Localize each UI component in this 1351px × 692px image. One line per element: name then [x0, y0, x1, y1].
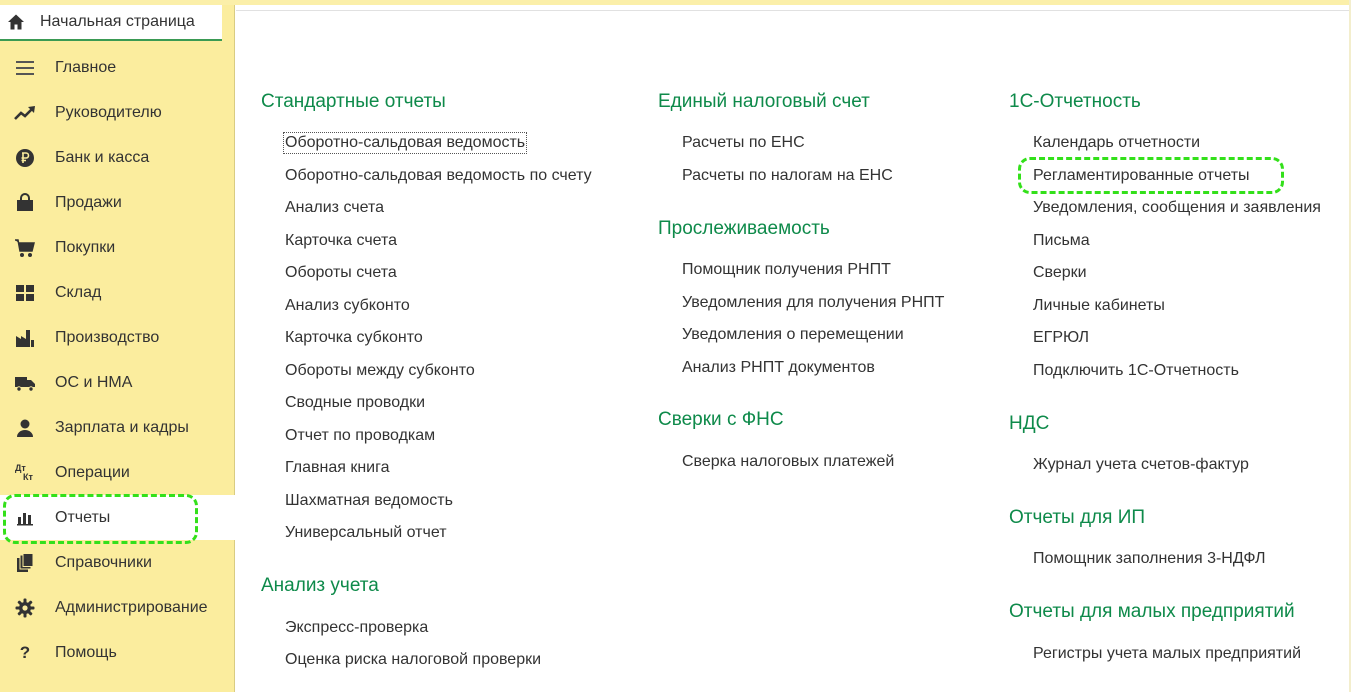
- report-link[interactable]: Оборотно-сальдовая ведомость по счету: [285, 167, 592, 185]
- report-link[interactable]: Журнал учета счетов-фактур: [1033, 456, 1249, 474]
- debit-credit-icon: Дт Кт: [14, 462, 36, 484]
- report-link[interactable]: Анализ субконто: [285, 297, 410, 315]
- section-heading: Стандартные отчеты: [261, 91, 446, 112]
- sidebar-item-label: Главное: [55, 58, 117, 76]
- gear-icon: [14, 597, 36, 619]
- report-link[interactable]: Анализ РНПТ документов: [682, 359, 875, 377]
- credit-label: Кт: [23, 471, 33, 482]
- warehouse-grid-icon: [14, 282, 36, 304]
- report-link[interactable]: Расчеты по налогам на ЕНС: [682, 167, 893, 185]
- report-link[interactable]: Сводные проводки: [285, 394, 425, 412]
- report-link[interactable]: Расчеты по ЕНС: [682, 134, 805, 152]
- sidebar-item-label: Руководителю: [55, 103, 162, 121]
- help-icon: ?: [19, 642, 31, 662]
- report-link[interactable]: Анализ счета: [285, 199, 384, 217]
- sidebar-item-sales[interactable]: Продажи: [0, 180, 235, 225]
- sidebar-item-label: Зарплата и кадры: [55, 418, 189, 436]
- bar-chart-icon: [14, 507, 36, 529]
- sidebar-item-operations[interactable]: Дт Кт Операции: [0, 450, 235, 495]
- report-link[interactable]: Обороты между субконто: [285, 362, 475, 380]
- section-heading: Отчеты для малых предприятий: [1009, 601, 1295, 622]
- report-link[interactable]: Оборотно-сальдовая ведомость: [282, 132, 528, 154]
- report-link[interactable]: Главная книга: [285, 459, 390, 477]
- section-heading: Отчеты для ИП: [1009, 507, 1146, 528]
- main-content: Стандартные отчеты Оборотно-сальдовая ве…: [236, 5, 1351, 692]
- sidebar-item-production[interactable]: Производство: [0, 315, 235, 360]
- report-link[interactable]: Оценка риска налоговой проверки: [285, 651, 541, 669]
- sidebar-item-help[interactable]: ? Помощь: [0, 630, 235, 675]
- report-link[interactable]: Уведомления, сообщения и заявления: [1033, 199, 1321, 217]
- sidebar-item-label: Отчеты: [55, 508, 111, 526]
- section-heading: Единый налоговый счет: [658, 91, 870, 112]
- report-link[interactable]: Отчет по проводкам: [285, 427, 435, 445]
- sidebar-item-admin[interactable]: Администрирование: [0, 585, 235, 630]
- sidebar-item-main[interactable]: Главное: [0, 45, 235, 90]
- report-link[interactable]: Сверка налоговых платежей: [682, 453, 894, 471]
- report-link[interactable]: Уведомления о перемещении: [682, 326, 904, 344]
- home-tab-label: Начальная страница: [40, 13, 195, 30]
- sidebar-item-catalogs[interactable]: Справочники: [0, 540, 235, 585]
- shopping-bag-icon: [14, 192, 36, 214]
- report-link[interactable]: Помощник получения РНПТ: [682, 261, 891, 279]
- sidebar-item-label: Справочники: [55, 553, 152, 571]
- report-link[interactable]: ЕГРЮЛ: [1033, 329, 1089, 347]
- person-icon: [14, 417, 36, 439]
- report-link[interactable]: Регламентированные отчеты: [1033, 167, 1250, 185]
- home-tab[interactable]: Начальная страница: [0, 5, 222, 41]
- sidebar-item-label: Помощь: [55, 643, 117, 661]
- sidebar-item-reports[interactable]: Отчеты: [0, 495, 235, 540]
- sidebar-item-label: Продажи: [55, 193, 122, 211]
- report-link[interactable]: Календарь отчетности: [1033, 134, 1200, 152]
- sidebar-item-warehouse[interactable]: Склад: [0, 270, 235, 315]
- sidebar: Начальная страница Главное Руководителю …: [0, 5, 235, 692]
- report-link[interactable]: Подключить 1С-Отчетность: [1033, 362, 1239, 380]
- sidebar-item-label: Администрирование: [55, 598, 208, 616]
- section-heading: Прослеживаемость: [658, 218, 830, 239]
- sidebar-item-manager[interactable]: Руководителю: [0, 90, 235, 135]
- menu-icon: [14, 57, 36, 79]
- report-link[interactable]: Карточка счета: [285, 232, 397, 250]
- report-link[interactable]: Шахматная ведомость: [285, 492, 453, 510]
- books-icon: [14, 552, 36, 574]
- sidebar-item-label: Банк и касса: [55, 148, 150, 166]
- home-icon: [7, 13, 25, 31]
- trend-icon: [14, 102, 36, 124]
- sidebar-item-label: Склад: [55, 283, 102, 301]
- report-link[interactable]: Письма: [1033, 232, 1090, 250]
- report-link[interactable]: Уведомления для получения РНПТ: [682, 294, 944, 312]
- sidebar-item-salary[interactable]: Зарплата и кадры: [0, 405, 235, 450]
- report-link[interactable]: Сверки: [1033, 264, 1087, 282]
- sidebar-item-bank[interactable]: Банк и касса: [0, 135, 235, 180]
- report-link[interactable]: Обороты счета: [285, 264, 397, 282]
- sidebar-item-purchases[interactable]: Покупки: [0, 225, 235, 270]
- sidebar-item-label: ОС и НМА: [55, 373, 133, 391]
- report-link[interactable]: Карточка субконто: [285, 329, 423, 347]
- main-top-border: [236, 5, 1351, 11]
- cart-icon: [14, 237, 36, 259]
- report-link[interactable]: Универсальный отчет: [285, 524, 447, 542]
- report-link[interactable]: Регистры учета малых предприятий: [1033, 645, 1301, 663]
- section-heading: НДС: [1009, 413, 1050, 434]
- report-link[interactable]: Личные кабинеты: [1033, 297, 1165, 315]
- section-heading: Анализ учета: [261, 575, 379, 596]
- truck-icon: [14, 372, 36, 394]
- ruble-coin-icon: [14, 147, 36, 169]
- section-heading: 1С-Отчетность: [1009, 91, 1141, 112]
- section-heading: Сверки с ФНС: [658, 409, 784, 430]
- sidebar-item-label: Производство: [55, 328, 160, 346]
- sidebar-item-label: Покупки: [55, 238, 116, 256]
- report-link[interactable]: Помощник заполнения 3-НДФЛ: [1033, 550, 1265, 568]
- factory-icon: [14, 327, 36, 349]
- report-link[interactable]: Экспресс-проверка: [285, 619, 428, 637]
- sidebar-item-fixed-assets[interactable]: ОС и НМА: [0, 360, 235, 405]
- sidebar-item-label: Операции: [55, 463, 130, 481]
